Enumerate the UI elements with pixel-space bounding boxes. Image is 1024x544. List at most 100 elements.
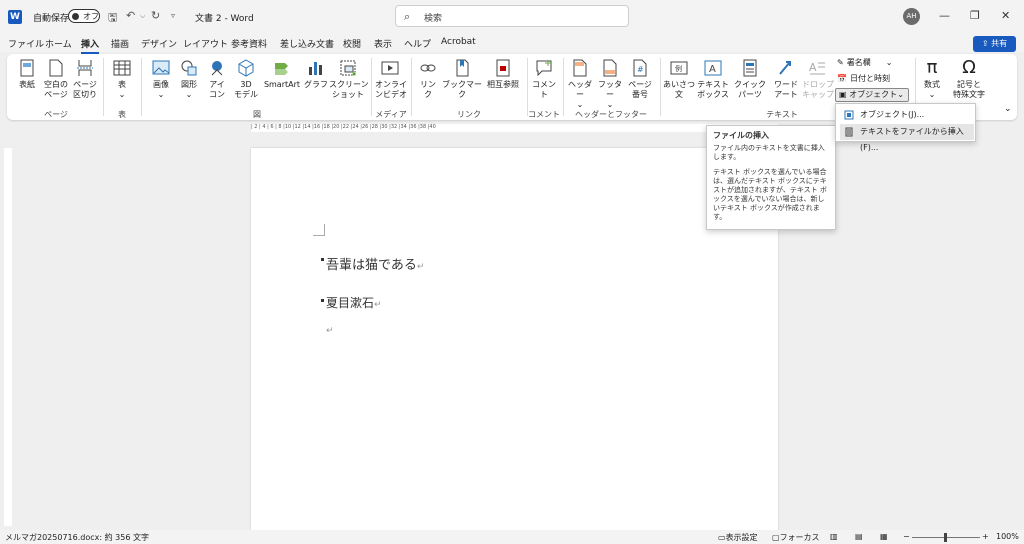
zoom-slider-thumb[interactable]: [944, 533, 947, 542]
page-number-button[interactable]: # ページ 番号: [625, 58, 655, 100]
icons-icon: [211, 61, 223, 76]
date-time-button[interactable]: 📅 日付と時刻: [837, 73, 890, 84]
tab-design[interactable]: デザイン: [141, 37, 177, 50]
tab-review[interactable]: 校閲: [343, 37, 361, 50]
tab-acrobat[interactable]: Acrobat: [441, 37, 476, 47]
focus-icon: ▢: [772, 533, 780, 542]
cross-reference-icon: [496, 59, 510, 77]
greeting-button[interactable]: 例あいさつ 文: [662, 58, 696, 100]
3d-models-button[interactable]: 3D モデル: [231, 58, 261, 100]
comment-icon: [536, 60, 552, 77]
page-break-button[interactable]: ページ 区切り: [70, 58, 100, 100]
group-comments: コメント: [528, 110, 560, 119]
group-media: メディア: [375, 110, 407, 119]
undo-icon[interactable]: ↶: [126, 9, 135, 22]
redo-icon[interactable]: ↻: [151, 9, 160, 22]
insert-file-tooltip: ファイルの挿入 ファイル内のテキストを文書に挿入します。 テキスト ボックスを選…: [706, 125, 836, 230]
blank-page-button[interactable]: 空白の ページ: [42, 58, 70, 100]
group-pages: ページ: [44, 110, 68, 119]
empty-paragraph-mark-icon: ↵: [326, 326, 334, 336]
tooltip-text-2: テキスト ボックスを選んでいる場合は、選んだテキスト ボックスにテキストが追加さ…: [713, 168, 827, 221]
menu-item-object[interactable]: オブジェクト(J)...: [840, 107, 974, 123]
separator: [411, 58, 412, 116]
customize-qat-icon[interactable]: ▿: [171, 11, 175, 20]
close-icon[interactable]: ✕: [1001, 9, 1010, 22]
save-icon[interactable]: 🖫: [108, 9, 117, 28]
zoom-out-icon[interactable]: −: [903, 532, 910, 541]
undo-dropdown-icon[interactable]: ⌵: [140, 12, 145, 21]
zoom-in-icon[interactable]: +: [982, 532, 989, 541]
quick-parts-button[interactable]: クイック パーツ: [730, 58, 770, 100]
equation-button[interactable]: π 数式 ⌄: [917, 58, 947, 100]
drop-cap-button[interactable]: A ドロップ キャップ: [802, 58, 834, 100]
greeting-icon: 例: [670, 61, 688, 75]
minimize-icon[interactable]: —: [939, 9, 950, 22]
zoom-level[interactable]: 100%: [996, 532, 1019, 541]
tab-home[interactable]: ホーム: [45, 37, 72, 50]
avatar[interactable]: AH: [903, 8, 920, 25]
tab-view[interactable]: 表示: [374, 37, 392, 50]
print-layout-icon[interactable]: ▤: [855, 532, 863, 541]
autosave-state: オフ: [83, 12, 99, 21]
object-button[interactable]: ▣ オブジェクト ⌄: [835, 88, 909, 102]
group-illustrations: 図: [253, 110, 261, 119]
tab-references[interactable]: 参考資料: [231, 37, 267, 50]
cover-page-button[interactable]: 表紙: [13, 58, 41, 90]
header-button[interactable]: ヘッダー ⌄: [565, 58, 595, 110]
search-box[interactable]: ⌕ 検索: [395, 5, 629, 27]
link-button[interactable]: リン ク: [415, 58, 441, 100]
symbol-button[interactable]: Ω 記号と 特殊文字: [949, 58, 989, 100]
shapes-button[interactable]: 図形 ⌄: [175, 58, 203, 100]
word-count[interactable]: メルマガ20250716.docx: 約 356 文字: [5, 532, 149, 543]
restore-icon[interactable]: ❐: [970, 9, 980, 22]
document-page[interactable]: 吾輩は猫である↵ 夏目漱石↵ ↵: [251, 148, 778, 530]
web-layout-icon[interactable]: ▦: [880, 532, 888, 541]
separator: [660, 58, 661, 116]
autosave-toggle[interactable]: オフ: [68, 9, 100, 23]
tab-file[interactable]: ファイル: [8, 37, 44, 50]
focus-button[interactable]: ▢フォーカス: [772, 532, 820, 543]
picture-button[interactable]: 画像 ⌄: [147, 58, 175, 100]
tab-draw[interactable]: 描画: [111, 37, 129, 50]
display-settings-button[interactable]: ▭表示設定: [718, 532, 758, 543]
cross-reference-button[interactable]: 相互参照: [483, 58, 523, 90]
cube-icon: [238, 59, 254, 77]
smartart-button[interactable]: SmartArt: [262, 58, 302, 90]
paragraph-mark-icon: ↵: [416, 262, 425, 272]
group-links: リンク: [457, 110, 481, 119]
collapse-ribbon-icon[interactable]: ⌄: [1004, 104, 1012, 114]
group-header-footer: ヘッダーとフッター: [575, 110, 647, 119]
tab-layout[interactable]: レイアウト: [183, 37, 228, 50]
tab-help[interactable]: ヘルプ: [404, 37, 431, 50]
svg-text:A: A: [809, 61, 817, 74]
paragraph-2[interactable]: 夏目漱石↵: [326, 294, 382, 311]
bookmark-button[interactable]: ブックマーク: [442, 58, 482, 100]
signature-line-button[interactable]: ✎ 署名欄 ⌄: [837, 57, 892, 68]
text-box-icon: A: [704, 60, 722, 76]
comment-button[interactable]: コメント: [529, 58, 559, 100]
share-button[interactable]: ⇪ 共有: [973, 36, 1016, 52]
tab-insert[interactable]: 挿入: [81, 37, 100, 54]
separator: [371, 58, 372, 116]
read-mode-icon[interactable]: ▥: [830, 532, 838, 541]
table-button[interactable]: 表 ⌄: [109, 58, 135, 100]
online-video-button[interactable]: オンライ ンビデオ: [375, 58, 407, 100]
footer-button[interactable]: フッター ⌄: [595, 58, 625, 110]
bookmark-icon: [456, 59, 469, 77]
menu-item-text-from-file[interactable]: テキストをファイルから挿入(F)...: [840, 124, 974, 152]
text-box-button[interactable]: A テキスト ボックス: [696, 58, 730, 100]
vertical-ruler[interactable]: [4, 148, 12, 526]
paragraph-mark-icon: ↵: [374, 300, 382, 310]
separator: [527, 58, 528, 116]
wordart-button[interactable]: ワード アート: [772, 58, 800, 100]
title-bar: W 自動保存 オフ 🖫 ↶ ⌵ ↻ ▿ 文書 2 - Word ⌕ 検索 AH —…: [0, 0, 1024, 34]
tab-mailings[interactable]: 差し込み文書: [280, 37, 334, 50]
icons-button[interactable]: アイ コン: [204, 58, 230, 100]
separator: [563, 58, 564, 116]
paragraph-1[interactable]: 吾輩は猫である↵: [326, 254, 424, 273]
screenshot-button[interactable]: スクリーン ショット: [329, 58, 369, 100]
group-table: 表: [118, 110, 126, 119]
chart-button[interactable]: グラフ: [304, 58, 328, 90]
picture-icon: [152, 60, 170, 75]
horizontal-ruler[interactable]: | 2 | 4 | 6 | 8 |10 |12 |14 |16 |18 |20 …: [251, 124, 778, 132]
